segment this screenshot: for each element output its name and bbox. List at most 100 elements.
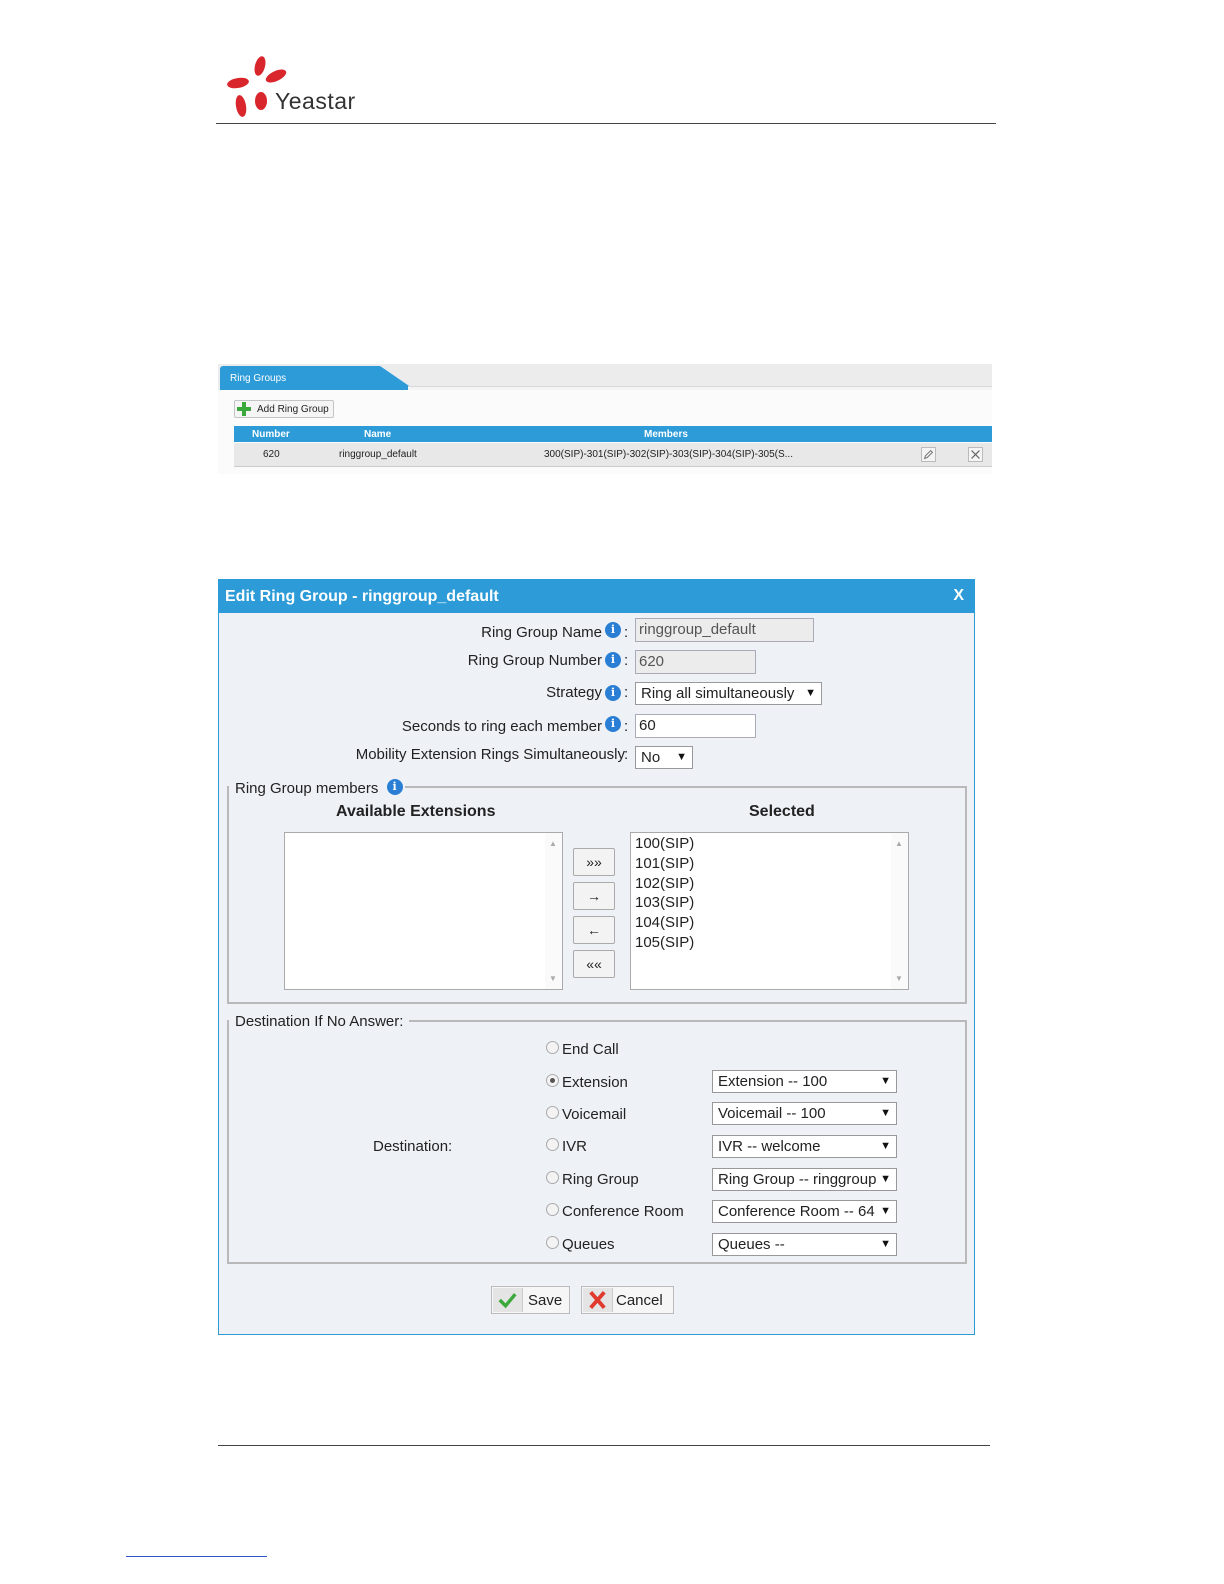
column-header-number: Number	[252, 429, 290, 440]
plus-icon	[237, 402, 251, 416]
ring-group-label: Ring Group	[562, 1171, 639, 1188]
radio-ivr[interactable]	[546, 1138, 559, 1151]
add-ring-group-button[interactable]: Add Ring Group	[234, 400, 334, 418]
chevron-down-icon: ▼	[880, 1173, 891, 1185]
row-number: 620	[263, 449, 280, 460]
ring-group-number-label: Ring Group Number	[467, 652, 602, 669]
scrollbar[interactable]: ▲ ▼	[891, 833, 908, 989]
colon: :	[448, 1138, 453, 1155]
info-icon[interactable]: i	[605, 716, 621, 732]
tab-ring-groups-label: Ring Groups	[230, 373, 287, 384]
logo-wordmark: Yeastar	[275, 88, 356, 114]
available-extensions-title: Available Extensions	[336, 803, 496, 820]
extension-label: Extension	[562, 1074, 628, 1091]
scroll-up-icon[interactable]: ▲	[549, 839, 557, 848]
ring-groups-table-header: Number Name Members	[234, 426, 992, 442]
table-row[interactable]: 620 ringgroup_default 300(SIP)-301(SIP)-…	[234, 443, 992, 467]
selected-title: Selected	[749, 803, 815, 820]
ring-group-name-field[interactable]: ringgroup_default	[635, 618, 814, 642]
queues-select-value: Queues --	[718, 1236, 785, 1253]
destination-label-text: Destination	[373, 1138, 449, 1155]
radio-queues[interactable]	[546, 1236, 559, 1249]
scroll-down-icon[interactable]: ▼	[549, 974, 557, 983]
ring-group-name-label: Ring Group Name	[481, 624, 602, 641]
extension-select-value: Extension -- 100	[718, 1073, 828, 1090]
queues-select[interactable]: Queues -- ▼	[712, 1233, 897, 1256]
list-item[interactable]: 105(SIP)	[635, 934, 694, 951]
footer-link-underline[interactable]	[126, 1556, 267, 1557]
ring-group-select[interactable]: Ring Group -- ringgroup ▼	[712, 1168, 897, 1191]
column-header-members: Members	[644, 429, 688, 440]
colon: :	[624, 718, 629, 735]
cancel-button[interactable]: Cancel	[581, 1286, 674, 1314]
destination-legend: Destination If No Answer:	[229, 1013, 410, 1030]
ivr-select[interactable]: IVR -- welcome ▼	[712, 1135, 897, 1158]
conference-room-label: Conference Room	[562, 1203, 684, 1220]
extension-select[interactable]: Extension -- 100 ▼	[712, 1070, 897, 1093]
info-icon[interactable]: i	[386, 779, 403, 795]
dialog-titlebar: Edit Ring Group - ringgroup_default X	[219, 580, 974, 613]
mobility-select[interactable]: No ▼	[635, 746, 693, 769]
mobility-value: No	[641, 749, 661, 766]
remove-selected-button[interactable]: ←	[573, 916, 615, 944]
scroll-down-icon[interactable]: ▼	[895, 974, 903, 983]
ivr-select-value: IVR -- welcome	[718, 1138, 821, 1155]
ring-group-number-field[interactable]: 620	[635, 650, 756, 674]
add-all-button[interactable]: »»	[573, 848, 615, 876]
save-button[interactable]: Save	[491, 1286, 570, 1314]
radio-ring-group[interactable]	[546, 1171, 559, 1184]
column-header-name: Name	[364, 429, 392, 440]
list-item[interactable]: 104(SIP)	[635, 914, 694, 931]
add-ring-group-label: Add Ring Group	[257, 404, 329, 415]
ivr-label: IVR	[562, 1138, 588, 1155]
colon: :	[399, 1013, 404, 1030]
colon: :	[624, 652, 629, 669]
radio-conference-room[interactable]	[546, 1203, 559, 1216]
chevron-down-icon: ▼	[880, 1238, 891, 1250]
list-item[interactable]: 101(SIP)	[635, 855, 694, 872]
info-icon[interactable]: i	[605, 652, 621, 668]
save-label: Save	[528, 1292, 563, 1309]
checkmark-icon	[493, 1288, 523, 1312]
delete-icon[interactable]	[968, 447, 983, 462]
info-icon[interactable]: i	[605, 622, 621, 638]
available-extensions-list[interactable]: ▲ ▼	[284, 832, 563, 990]
scroll-up-icon[interactable]: ▲	[895, 839, 903, 848]
selected-extensions-list[interactable]: 100(SIP) 101(SIP) 102(SIP) 103(SIP) 104(…	[630, 832, 909, 990]
list-item[interactable]: 103(SIP)	[635, 894, 694, 911]
strategy-label: Strategy	[546, 684, 602, 701]
end-call-label: End Call	[562, 1041, 619, 1058]
row-name: ringgroup_default	[339, 449, 417, 460]
radio-extension[interactable]	[546, 1074, 559, 1087]
add-selected-button[interactable]: →	[573, 882, 615, 910]
seconds-field[interactable]: 60	[635, 714, 756, 738]
conference-room-select[interactable]: Conference Room -- 64 ▼	[712, 1200, 897, 1223]
queues-label: Queues	[562, 1236, 615, 1253]
chevron-down-icon: ▼	[676, 751, 687, 763]
strategy-select[interactable]: Ring all simultaneously ▼	[635, 682, 822, 705]
cancel-label: Cancel	[616, 1292, 663, 1309]
list-item[interactable]: 100(SIP)	[635, 835, 694, 852]
mobility-label: Mobility Extension Rings Simultaneously	[355, 746, 625, 763]
voicemail-select-value: Voicemail -- 100	[718, 1105, 826, 1122]
colon: :	[624, 684, 629, 701]
edit-icon[interactable]	[921, 447, 936, 462]
chevron-down-icon: ▼	[880, 1107, 891, 1119]
voicemail-label: Voicemail	[562, 1106, 627, 1123]
tab-ring-groups[interactable]: Ring Groups	[220, 366, 415, 390]
voicemail-select[interactable]: Voicemail -- 100 ▼	[712, 1102, 897, 1125]
colon: :	[624, 746, 629, 763]
ring-group-select-value: Ring Group -- ringgroup	[718, 1171, 877, 1188]
info-icon[interactable]: i	[605, 685, 621, 701]
scrollbar[interactable]: ▲ ▼	[545, 833, 562, 989]
radio-voicemail[interactable]	[546, 1106, 559, 1119]
chevron-down-icon: ▼	[880, 1075, 891, 1087]
conference-room-select-value: Conference Room -- 64	[718, 1203, 875, 1220]
row-members: 300(SIP)-301(SIP)-302(SIP)-303(SIP)-304(…	[544, 449, 793, 460]
list-item[interactable]: 102(SIP)	[635, 875, 694, 892]
seconds-label: Seconds to ring each member	[401, 718, 602, 735]
edit-ring-group-dialog: Edit Ring Group - ringgroup_default X Ri…	[218, 579, 975, 1335]
close-button[interactable]: X	[953, 587, 964, 605]
radio-end-call[interactable]	[546, 1041, 559, 1054]
remove-all-button[interactable]: ««	[573, 950, 615, 978]
